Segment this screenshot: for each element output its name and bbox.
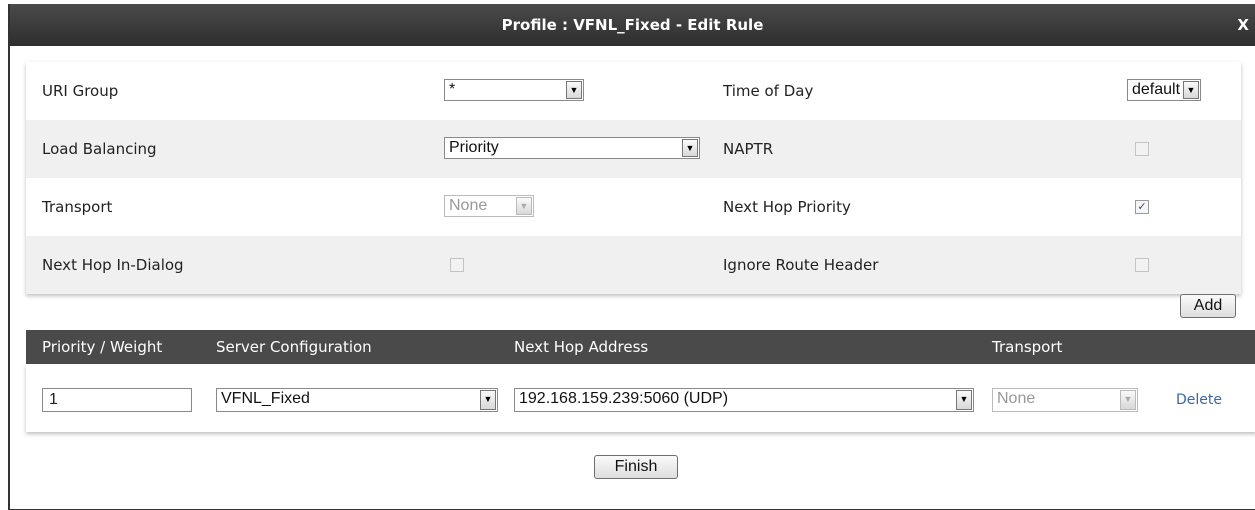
server-configuration-select[interactable]: VFNL_Fixed ▼ bbox=[216, 388, 498, 412]
delete-link[interactable]: Delete bbox=[1176, 392, 1222, 408]
time-of-day-select[interactable]: default ▼ bbox=[1127, 79, 1201, 101]
load-balancing-label: Load Balancing bbox=[42, 140, 157, 158]
priority-weight-input[interactable]: 1 bbox=[42, 388, 192, 412]
next-hop-transport-select[interactable]: None ▼ bbox=[992, 388, 1138, 412]
chevron-down-icon[interactable]: ▼ bbox=[516, 197, 532, 215]
time-of-day-label: Time of Day bbox=[723, 82, 814, 100]
chevron-down-icon[interactable]: ▼ bbox=[480, 390, 496, 410]
server-configuration-value: VFNL_Fixed bbox=[221, 390, 310, 407]
dialog-titlebar: Profile : VFNL_Fixed - Edit Rule X bbox=[10, 4, 1255, 46]
edit-rule-dialog: Profile : VFNL_Fixed - Edit Rule X URI G… bbox=[8, 4, 1255, 510]
col-next-hop-address: Next Hop Address bbox=[514, 338, 649, 356]
row-load-balancing: Load Balancing Priority ▼ NAPTR bbox=[26, 120, 1241, 178]
next-hop-priority-checkbox[interactable]: ✓ bbox=[1135, 200, 1149, 214]
col-priority-weight: Priority / Weight bbox=[42, 338, 163, 356]
load-balancing-select[interactable]: Priority ▼ bbox=[444, 137, 700, 159]
chevron-down-icon[interactable]: ▼ bbox=[1183, 81, 1199, 99]
checkmark-icon: ✓ bbox=[1137, 200, 1147, 213]
ignore-route-header-checkbox[interactable] bbox=[1135, 258, 1149, 272]
rule-settings-panel: URI Group * ▼ Time of Day default ▼ Load… bbox=[26, 62, 1241, 294]
dialog-title: Profile : VFNL_Fixed - Edit Rule bbox=[501, 16, 764, 34]
time-of-day-value: default bbox=[1132, 81, 1181, 98]
chevron-down-icon[interactable]: ▼ bbox=[1120, 390, 1136, 410]
chevron-down-icon[interactable]: ▼ bbox=[682, 139, 698, 157]
row-transport: Transport None ▼ Next Hop Priority ✓ bbox=[26, 178, 1241, 236]
load-balancing-value: Priority bbox=[449, 139, 499, 156]
uri-group-select[interactable]: * ▼ bbox=[444, 79, 584, 101]
naptr-checkbox[interactable] bbox=[1135, 142, 1149, 156]
uri-group-value: * bbox=[449, 81, 456, 98]
naptr-label: NAPTR bbox=[723, 140, 774, 158]
col-transport: Transport bbox=[992, 338, 1063, 356]
next-hop-address-select[interactable]: 192.168.159.239:5060 (UDP) ▼ bbox=[514, 388, 974, 412]
chevron-down-icon[interactable]: ▼ bbox=[566, 81, 582, 99]
transport-select[interactable]: None ▼ bbox=[444, 195, 534, 217]
transport-value: None bbox=[449, 197, 488, 214]
next-hop-priority-label: Next Hop Priority bbox=[723, 198, 851, 216]
table-row: 1 VFNL_Fixed ▼ 192.168.159.239:5060 (UDP… bbox=[26, 364, 1255, 432]
ignore-route-header-label: Ignore Route Header bbox=[723, 256, 879, 274]
uri-group-label: URI Group bbox=[42, 82, 119, 100]
row-next-hop-in-dialog: Next Hop In-Dialog Ignore Route Header bbox=[26, 236, 1241, 294]
transport-label: Transport bbox=[42, 198, 113, 216]
col-server-configuration: Server Configuration bbox=[216, 338, 372, 356]
next-hop-address-value: 192.168.159.239:5060 (UDP) bbox=[519, 390, 729, 407]
next-hop-transport-value: None bbox=[997, 390, 1036, 407]
next-hop-table-header: Priority / Weight Server Configuration N… bbox=[26, 330, 1255, 364]
next-hop-in-dialog-label: Next Hop In-Dialog bbox=[42, 256, 184, 274]
row-uri-group: URI Group * ▼ Time of Day default ▼ bbox=[26, 62, 1241, 120]
chevron-down-icon[interactable]: ▼ bbox=[956, 390, 972, 410]
add-button[interactable]: Add bbox=[1180, 294, 1236, 318]
next-hop-in-dialog-checkbox[interactable] bbox=[450, 258, 464, 272]
close-button[interactable]: X bbox=[1237, 4, 1249, 46]
finish-button[interactable]: Finish bbox=[594, 455, 678, 479]
